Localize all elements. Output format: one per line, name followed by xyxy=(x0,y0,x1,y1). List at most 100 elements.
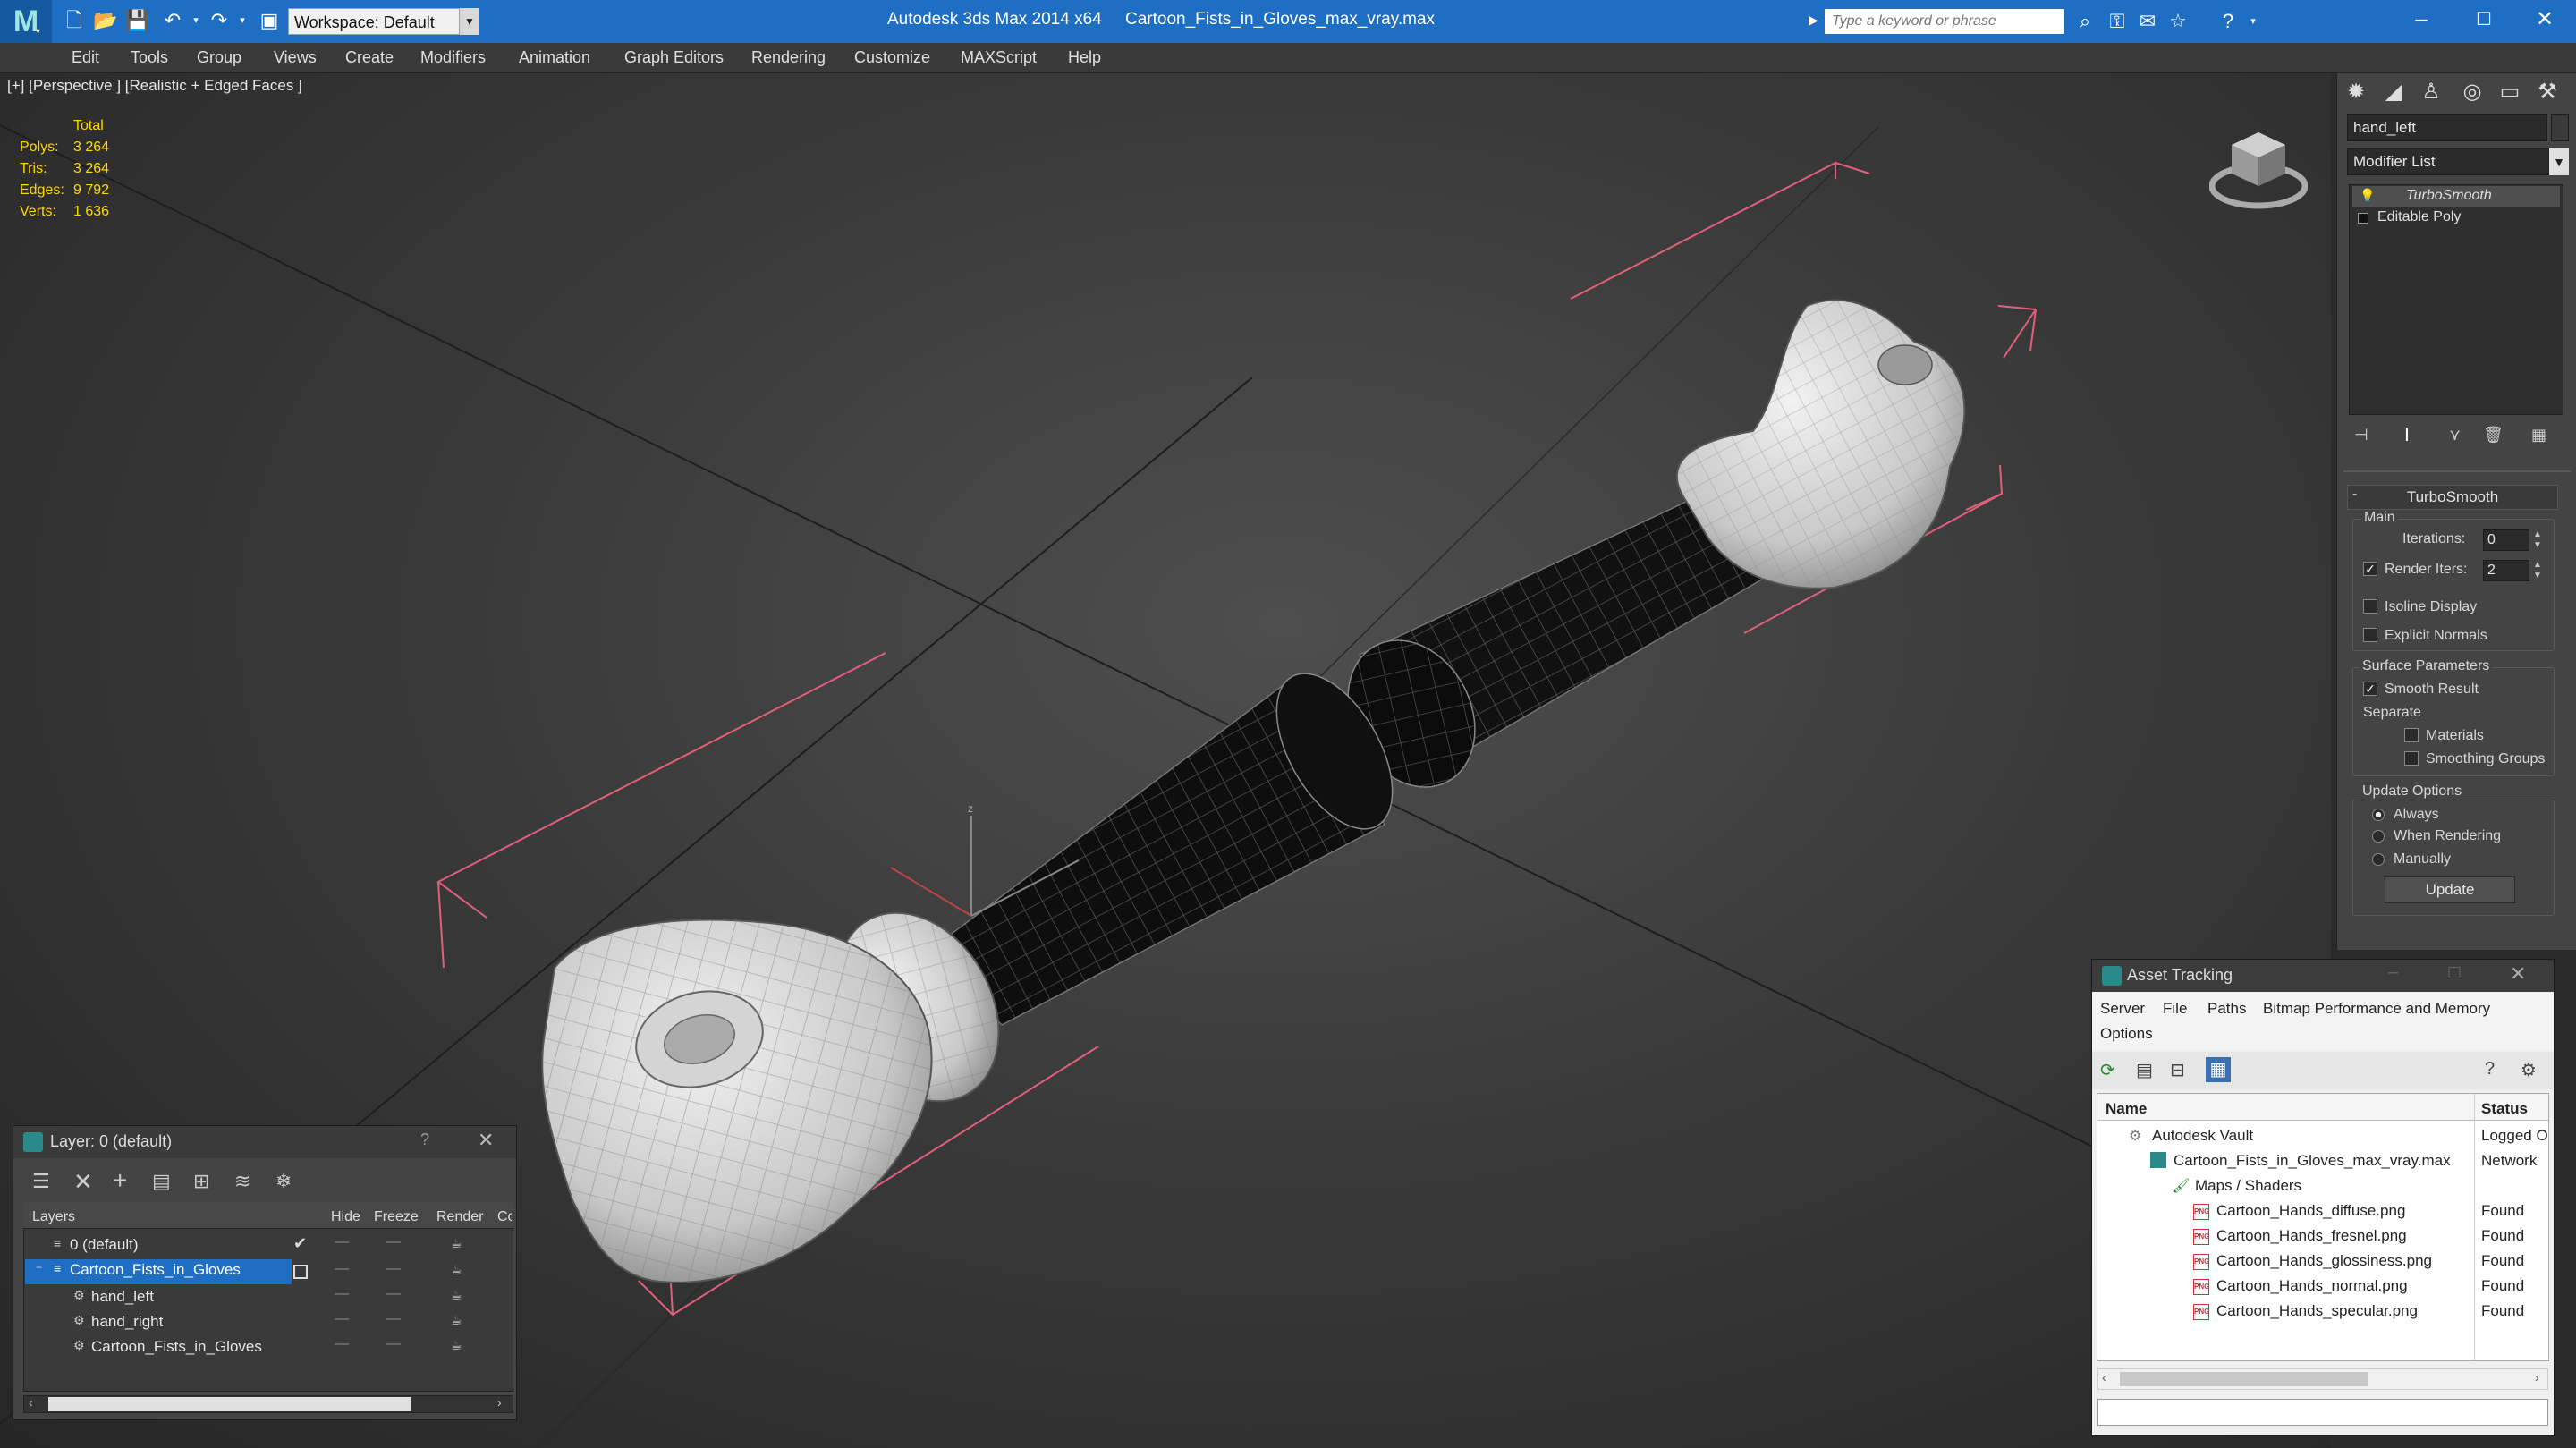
active-layer-check-icon[interactable]: ✔ xyxy=(293,1234,307,1253)
stack-item-editable-poly[interactable]: Editable Poly xyxy=(2377,209,2461,225)
table-view-icon[interactable]: ▦ xyxy=(2206,1057,2231,1082)
search-expand-icon[interactable]: ▶ xyxy=(1809,13,1818,28)
layer-row-default[interactable]: 0 (default) xyxy=(70,1236,139,1254)
freeze-toggle[interactable]: — xyxy=(386,1286,401,1302)
col-render[interactable]: Render xyxy=(436,1209,483,1225)
asset-row-normal[interactable]: Cartoon_Hands_normal.png xyxy=(2216,1277,2408,1295)
menu-rendering[interactable]: Rendering xyxy=(751,48,826,67)
asset-minimize-button[interactable]: – xyxy=(2388,962,2398,983)
modifier-list-dropdown[interactable]: Modifier List xyxy=(2347,148,2549,175)
select-objects-icon[interactable]: ▤ xyxy=(152,1170,171,1193)
asset-scroll-thumb[interactable] xyxy=(2120,1372,2368,1386)
redo-icon[interactable]: ↷ xyxy=(208,9,231,32)
utilities-tab-icon[interactable]: ⚒ xyxy=(2531,77,2563,107)
manually-radio[interactable] xyxy=(2372,853,2385,866)
col-freeze[interactable]: Freeze xyxy=(374,1209,419,1225)
freeze-toggle[interactable]: — xyxy=(386,1234,401,1250)
layer-close-button[interactable]: ✕ xyxy=(478,1129,494,1152)
layer-row-cartoon-fists[interactable]: Cartoon_Fists_in_Gloves xyxy=(70,1261,241,1279)
asset-col-name[interactable]: Name xyxy=(2106,1100,2147,1118)
layer-row-hand-left[interactable]: hand_left xyxy=(91,1288,154,1306)
lightbulb-icon[interactable]: 💡 xyxy=(2360,188,2375,203)
delete-layer-icon[interactable]: ✕ xyxy=(73,1168,93,1196)
menu-create[interactable]: Create xyxy=(345,48,394,67)
logo-dropdown-icon[interactable]: ▾ xyxy=(36,27,40,37)
menu-help[interactable]: Help xyxy=(1068,48,1101,67)
remove-modifier-icon[interactable]: 🗑 xyxy=(2483,426,2504,445)
smoothing-groups-checkbox[interactable] xyxy=(2404,751,2419,766)
menu-maxscript[interactable]: MAXScript xyxy=(961,48,1037,67)
iterations-spinner-arrows-icon[interactable]: ▲ ▼ xyxy=(2533,529,2542,551)
smooth-result-checkbox[interactable]: ✓ xyxy=(2363,682,2377,696)
menu-tools[interactable]: Tools xyxy=(131,48,168,67)
hide-toggle[interactable]: — xyxy=(335,1336,349,1352)
key-icon[interactable]: ⚿ xyxy=(2104,9,2131,34)
turbosmooth-rollout-header[interactable]: TurboSmooth xyxy=(2347,485,2558,510)
object-color-swatch[interactable] xyxy=(2551,114,2569,141)
highlight-layer-icon[interactable]: ⊞ xyxy=(193,1170,209,1193)
rollout-collapse-icon[interactable]: - xyxy=(2352,487,2357,503)
object-name-field[interactable] xyxy=(2347,114,2547,141)
col-layers[interactable]: Layers xyxy=(32,1209,75,1225)
close-button[interactable]: ✕ xyxy=(2513,0,2576,39)
render-teapot-icon[interactable]: ☕ xyxy=(451,1263,462,1278)
render-teapot-icon[interactable]: ☕ xyxy=(451,1236,462,1251)
asset-row-max-file[interactable]: Cartoon_Fists_in_Gloves_max_vray.max xyxy=(2174,1152,2451,1170)
search-input[interactable] xyxy=(1825,9,2064,34)
render-teapot-icon[interactable]: ☕ xyxy=(451,1313,462,1328)
workspace-selector[interactable]: Workspace: Default xyxy=(288,8,460,35)
freeze-toggle[interactable]: — xyxy=(386,1311,401,1327)
asset-row-diffuse[interactable]: Cartoon_Hands_diffuse.png xyxy=(2216,1202,2405,1220)
make-unique-icon[interactable]: ⋎ xyxy=(2449,426,2461,445)
asset-menu-bitmap[interactable]: Bitmap Performance and Memory xyxy=(2263,1000,2490,1018)
col-hide[interactable]: Hide xyxy=(331,1209,360,1225)
asset-close-button[interactable]: ✕ xyxy=(2510,962,2526,986)
col-color[interactable]: Co xyxy=(497,1209,512,1225)
freeze-toggle[interactable]: — xyxy=(386,1336,401,1352)
display-tab-icon[interactable]: ▭ xyxy=(2494,77,2526,107)
project-folder-icon[interactable]: ▣ xyxy=(258,9,281,32)
open-file-icon[interactable]: 📂 xyxy=(93,9,117,32)
hide-all-icon[interactable]: ≋ xyxy=(234,1170,250,1193)
configure-sets-icon[interactable]: ▦ xyxy=(2531,426,2546,445)
render-iters-checkbox[interactable]: ✓ xyxy=(2363,562,2377,576)
favorites-star-icon[interactable]: ☆ xyxy=(2165,9,2191,34)
create-layer-icon[interactable]: ☰ xyxy=(32,1170,50,1193)
asset-path-field[interactable] xyxy=(2097,1399,2548,1426)
save-file-icon[interactable]: 💾 xyxy=(125,9,149,32)
redo-dropdown-icon[interactable]: ▾ xyxy=(231,9,254,32)
render-iters-spinner[interactable]: 2 xyxy=(2483,560,2529,581)
binoculars-icon[interactable]: ⌕ xyxy=(2072,9,2098,34)
explicit-normals-checkbox[interactable] xyxy=(2363,628,2377,642)
materials-checkbox[interactable] xyxy=(2404,728,2419,742)
render-teapot-icon[interactable]: ☕ xyxy=(451,1288,462,1303)
set-current-box-icon[interactable] xyxy=(293,1265,308,1279)
asset-menu-options[interactable]: Options xyxy=(2100,1025,2153,1043)
stack-expand-icon[interactable] xyxy=(2358,213,2368,224)
motion-tab-icon[interactable]: ◎ xyxy=(2456,77,2488,107)
hide-toggle[interactable]: — xyxy=(335,1311,349,1327)
asset-row-vault[interactable]: Autodesk Vault xyxy=(2152,1127,2253,1145)
hide-toggle[interactable]: — xyxy=(335,1261,349,1277)
new-file-icon[interactable]: 🗋 xyxy=(63,9,86,32)
render-iters-spinner-arrows-icon[interactable]: ▲ ▼ xyxy=(2533,560,2542,581)
asset-col-status[interactable]: Status xyxy=(2481,1100,2528,1118)
modify-tab-icon[interactable]: ◢ xyxy=(2377,77,2410,107)
refresh-icon[interactable]: ⟳ xyxy=(2100,1059,2115,1081)
layer-scroll-thumb[interactable] xyxy=(48,1397,411,1411)
viewport-label[interactable]: [+] [Perspective ] [Realistic + Edged Fa… xyxy=(7,77,302,95)
pin-stack-icon[interactable]: ⊣ xyxy=(2354,426,2368,445)
always-radio[interactable] xyxy=(2372,809,2385,821)
asset-row-specular[interactable]: Cartoon_Hands_specular.png xyxy=(2216,1302,2418,1320)
communication-icon[interactable]: ✉ xyxy=(2134,9,2161,34)
asset-row-fresnel[interactable]: Cartoon_Hands_fresnel.png xyxy=(2216,1227,2407,1245)
asset-row-glossiness[interactable]: Cartoon_Hands_glossiness.png xyxy=(2216,1252,2432,1270)
isoline-checkbox[interactable] xyxy=(2363,599,2377,614)
menu-modifiers[interactable]: Modifiers xyxy=(420,48,486,67)
maximize-button[interactable]: ☐ xyxy=(2453,0,2515,39)
asset-menu-paths[interactable]: Paths xyxy=(2207,1000,2246,1018)
stack-item-turbosmooth[interactable]: TurboSmooth xyxy=(2406,188,2492,204)
undo-icon[interactable]: ↶ xyxy=(161,9,184,32)
modifier-list-arrow-icon[interactable]: ▼ xyxy=(2549,148,2569,175)
minimize-button[interactable]: – xyxy=(2390,0,2453,39)
